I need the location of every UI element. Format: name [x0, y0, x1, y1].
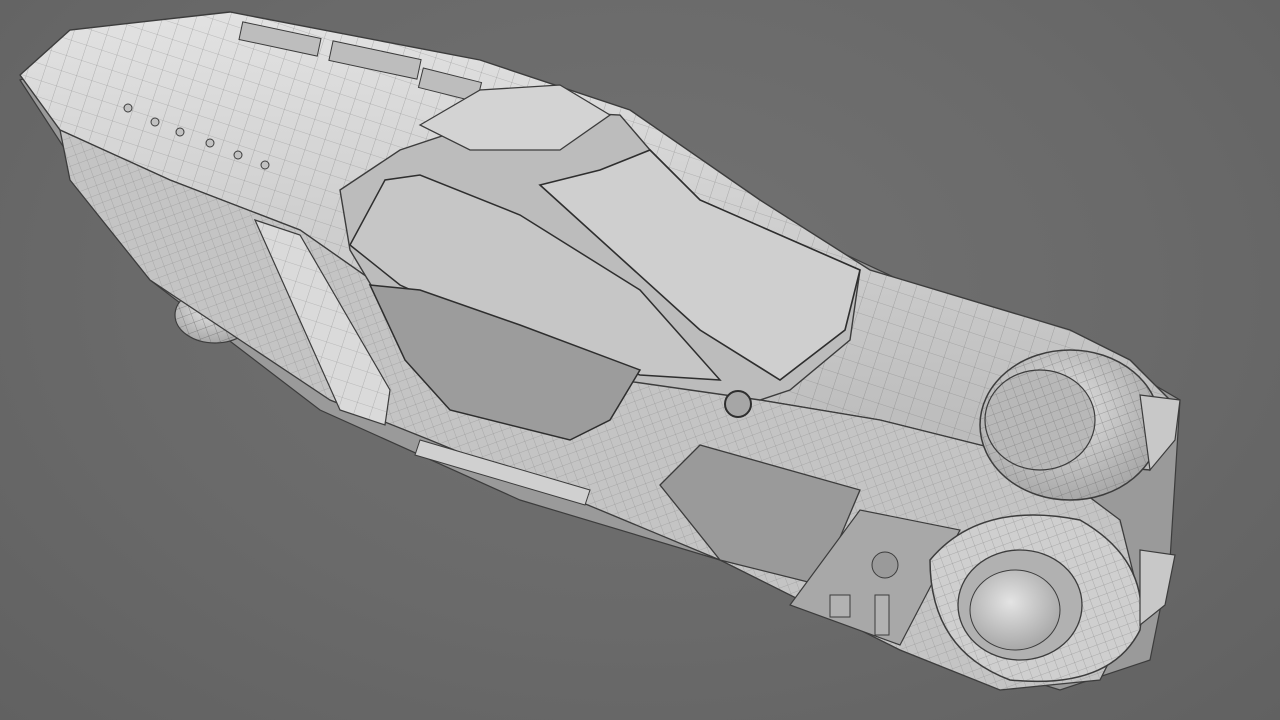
vehicle-wireframe-model[interactable]	[0, 0, 1280, 720]
front-wheel-pod-right	[979, 349, 1161, 501]
3d-viewport[interactable]	[0, 0, 1280, 720]
fuel-cap	[724, 390, 752, 418]
